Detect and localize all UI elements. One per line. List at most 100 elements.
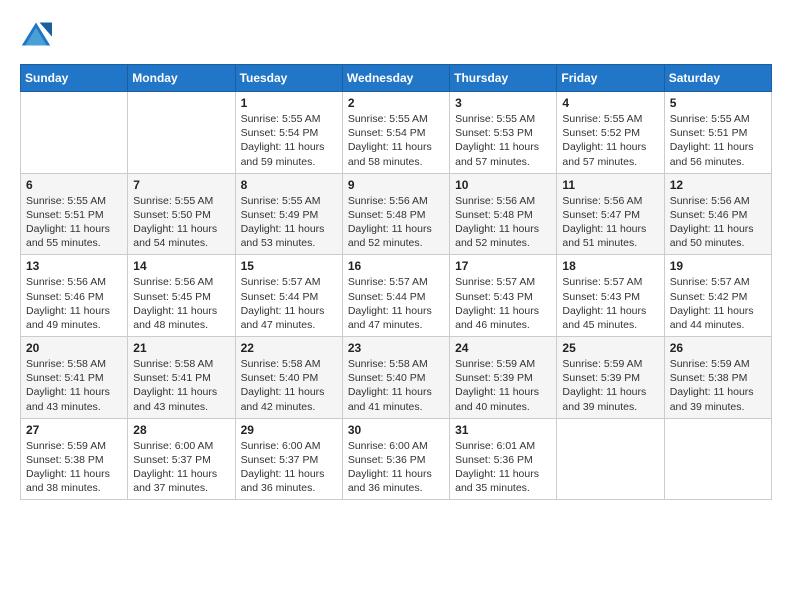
calendar-week-3: 13 Sunrise: 5:56 AM Sunset: 5:46 PM Dayli… — [21, 255, 772, 337]
calendar-cell: 16 Sunrise: 5:57 AM Sunset: 5:44 PM Dayli… — [342, 255, 449, 337]
calendar-cell: 22Sunrise: 5:58 AM Sunset: 5:40 PM Dayli… — [235, 337, 342, 419]
day-info: Sunrise: 5:57 AM Sunset: 5:43 PM Dayligh… — [455, 275, 551, 332]
weekday-header-sunday: Sunday — [21, 65, 128, 92]
calendar-cell: 30 Sunrise: 6:00 AM Sunset: 5:36 PM Dayli… — [342, 418, 449, 500]
weekday-header-tuesday: Tuesday — [235, 65, 342, 92]
calendar-cell — [557, 418, 664, 500]
calendar-cell: 19 Sunrise: 5:57 AM Sunset: 5:42 PM Dayli… — [664, 255, 771, 337]
calendar-cell: 23 Sunrise: 5:58 AM Sunset: 5:40 PM Dayli… — [342, 337, 449, 419]
calendar-cell: 1 Sunrise: 5:55 AM Sunset: 5:54 PM Daylig… — [235, 92, 342, 174]
day-number: 1 — [241, 96, 337, 110]
day-number: 24 — [455, 341, 551, 355]
day-number: 20 — [26, 341, 122, 355]
day-info: Sunrise: 5:56 AM Sunset: 5:48 PM Dayligh… — [455, 194, 551, 251]
day-info: Sunrise: 5:58 AM Sunset: 5:41 PM Dayligh… — [26, 357, 122, 414]
day-number: 27 — [26, 423, 122, 437]
calendar-cell: 29Sunrise: 6:00 AM Sunset: 5:37 PM Dayli… — [235, 418, 342, 500]
calendar-cell: 6Sunrise: 5:55 AM Sunset: 5:51 PM Daylig… — [21, 173, 128, 255]
calendar-week-1: 1 Sunrise: 5:55 AM Sunset: 5:54 PM Daylig… — [21, 92, 772, 174]
day-number: 4 — [562, 96, 658, 110]
day-number: 15 — [241, 259, 337, 273]
calendar-cell: 15 Sunrise: 5:57 AM Sunset: 5:44 PM Dayli… — [235, 255, 342, 337]
calendar-cell: 28 Sunrise: 6:00 AM Sunset: 5:37 PM Dayli… — [128, 418, 235, 500]
calendar-cell: 13 Sunrise: 5:56 AM Sunset: 5:46 PM Dayli… — [21, 255, 128, 337]
calendar-week-4: 20 Sunrise: 5:58 AM Sunset: 5:41 PM Dayli… — [21, 337, 772, 419]
calendar-week-5: 27Sunrise: 5:59 AM Sunset: 5:38 PM Dayli… — [21, 418, 772, 500]
calendar-cell: 3 Sunrise: 5:55 AM Sunset: 5:53 PM Daylig… — [450, 92, 557, 174]
weekday-header-saturday: Saturday — [664, 65, 771, 92]
calendar-cell: 26 Sunrise: 5:59 AM Sunset: 5:38 PM Dayli… — [664, 337, 771, 419]
day-number: 31 — [455, 423, 551, 437]
day-info: Sunrise: 6:00 AM Sunset: 5:37 PM Dayligh… — [241, 439, 337, 496]
calendar-cell: 24 Sunrise: 5:59 AM Sunset: 5:39 PM Dayli… — [450, 337, 557, 419]
weekday-header-monday: Monday — [128, 65, 235, 92]
calendar-cell: 21 Sunrise: 5:58 AM Sunset: 5:41 PM Dayli… — [128, 337, 235, 419]
calendar-cell: 20 Sunrise: 5:58 AM Sunset: 5:41 PM Dayli… — [21, 337, 128, 419]
day-info: Sunrise: 5:57 AM Sunset: 5:44 PM Dayligh… — [348, 275, 444, 332]
day-info: Sunrise: 5:58 AM Sunset: 5:41 PM Dayligh… — [133, 357, 229, 414]
logo-icon — [20, 20, 52, 48]
calendar-cell: 17Sunrise: 5:57 AM Sunset: 5:43 PM Dayli… — [450, 255, 557, 337]
day-info: Sunrise: 5:57 AM Sunset: 5:44 PM Dayligh… — [241, 275, 337, 332]
day-number: 9 — [348, 178, 444, 192]
day-info: Sunrise: 5:56 AM Sunset: 5:46 PM Dayligh… — [670, 194, 766, 251]
calendar-cell: 25 Sunrise: 5:59 AM Sunset: 5:39 PM Dayli… — [557, 337, 664, 419]
day-info: Sunrise: 5:56 AM Sunset: 5:47 PM Dayligh… — [562, 194, 658, 251]
calendar-cell: 27Sunrise: 5:59 AM Sunset: 5:38 PM Dayli… — [21, 418, 128, 500]
day-info: Sunrise: 5:59 AM Sunset: 5:38 PM Dayligh… — [670, 357, 766, 414]
calendar-cell: 31 Sunrise: 6:01 AM Sunset: 5:36 PM Dayli… — [450, 418, 557, 500]
day-number: 8 — [241, 178, 337, 192]
day-info: Sunrise: 5:58 AM Sunset: 5:40 PM Dayligh… — [241, 357, 337, 414]
weekday-header-thursday: Thursday — [450, 65, 557, 92]
day-number: 25 — [562, 341, 658, 355]
calendar-cell: 12Sunrise: 5:56 AM Sunset: 5:46 PM Dayli… — [664, 173, 771, 255]
day-info: Sunrise: 6:00 AM Sunset: 5:36 PM Dayligh… — [348, 439, 444, 496]
day-info: Sunrise: 5:57 AM Sunset: 5:43 PM Dayligh… — [562, 275, 658, 332]
day-info: Sunrise: 5:55 AM Sunset: 5:54 PM Dayligh… — [348, 112, 444, 169]
day-number: 19 — [670, 259, 766, 273]
day-info: Sunrise: 5:59 AM Sunset: 5:39 PM Dayligh… — [455, 357, 551, 414]
day-number: 7 — [133, 178, 229, 192]
calendar-cell: 4 Sunrise: 5:55 AM Sunset: 5:52 PM Daylig… — [557, 92, 664, 174]
day-number: 11 — [562, 178, 658, 192]
weekday-header-friday: Friday — [557, 65, 664, 92]
day-number: 14 — [133, 259, 229, 273]
day-info: Sunrise: 6:00 AM Sunset: 5:37 PM Dayligh… — [133, 439, 229, 496]
day-number: 30 — [348, 423, 444, 437]
day-number: 13 — [26, 259, 122, 273]
day-info: Sunrise: 5:55 AM Sunset: 5:49 PM Dayligh… — [241, 194, 337, 251]
day-number: 2 — [348, 96, 444, 110]
day-number: 26 — [670, 341, 766, 355]
day-info: Sunrise: 5:55 AM Sunset: 5:50 PM Dayligh… — [133, 194, 229, 251]
day-info: Sunrise: 5:56 AM Sunset: 5:45 PM Dayligh… — [133, 275, 229, 332]
calendar-week-2: 6Sunrise: 5:55 AM Sunset: 5:51 PM Daylig… — [21, 173, 772, 255]
calendar-cell: 5Sunrise: 5:55 AM Sunset: 5:51 PM Daylig… — [664, 92, 771, 174]
day-info: Sunrise: 5:56 AM Sunset: 5:46 PM Dayligh… — [26, 275, 122, 332]
day-info: Sunrise: 5:59 AM Sunset: 5:39 PM Dayligh… — [562, 357, 658, 414]
day-info: Sunrise: 5:55 AM Sunset: 5:51 PM Dayligh… — [26, 194, 122, 251]
calendar-table: SundayMondayTuesdayWednesdayThursdayFrid… — [20, 64, 772, 500]
calendar-cell: 7 Sunrise: 5:55 AM Sunset: 5:50 PM Daylig… — [128, 173, 235, 255]
day-info: Sunrise: 5:58 AM Sunset: 5:40 PM Dayligh… — [348, 357, 444, 414]
day-info: Sunrise: 5:55 AM Sunset: 5:54 PM Dayligh… — [241, 112, 337, 169]
day-info: Sunrise: 6:01 AM Sunset: 5:36 PM Dayligh… — [455, 439, 551, 496]
day-info: Sunrise: 5:55 AM Sunset: 5:53 PM Dayligh… — [455, 112, 551, 169]
day-number: 23 — [348, 341, 444, 355]
day-number: 28 — [133, 423, 229, 437]
calendar-cell: 11 Sunrise: 5:56 AM Sunset: 5:47 PM Dayli… — [557, 173, 664, 255]
calendar-cell: 10 Sunrise: 5:56 AM Sunset: 5:48 PM Dayli… — [450, 173, 557, 255]
day-info: Sunrise: 5:55 AM Sunset: 5:51 PM Dayligh… — [670, 112, 766, 169]
calendar-cell: 2 Sunrise: 5:55 AM Sunset: 5:54 PM Daylig… — [342, 92, 449, 174]
day-info: Sunrise: 5:56 AM Sunset: 5:48 PM Dayligh… — [348, 194, 444, 251]
calendar-cell — [128, 92, 235, 174]
day-number: 3 — [455, 96, 551, 110]
calendar-cell — [21, 92, 128, 174]
calendar-cell: 9 Sunrise: 5:56 AM Sunset: 5:48 PM Daylig… — [342, 173, 449, 255]
day-number: 16 — [348, 259, 444, 273]
day-info: Sunrise: 5:57 AM Sunset: 5:42 PM Dayligh… — [670, 275, 766, 332]
page-header — [20, 20, 772, 48]
day-number: 10 — [455, 178, 551, 192]
calendar-cell: 14 Sunrise: 5:56 AM Sunset: 5:45 PM Dayli… — [128, 255, 235, 337]
day-number: 21 — [133, 341, 229, 355]
day-info: Sunrise: 5:55 AM Sunset: 5:52 PM Dayligh… — [562, 112, 658, 169]
